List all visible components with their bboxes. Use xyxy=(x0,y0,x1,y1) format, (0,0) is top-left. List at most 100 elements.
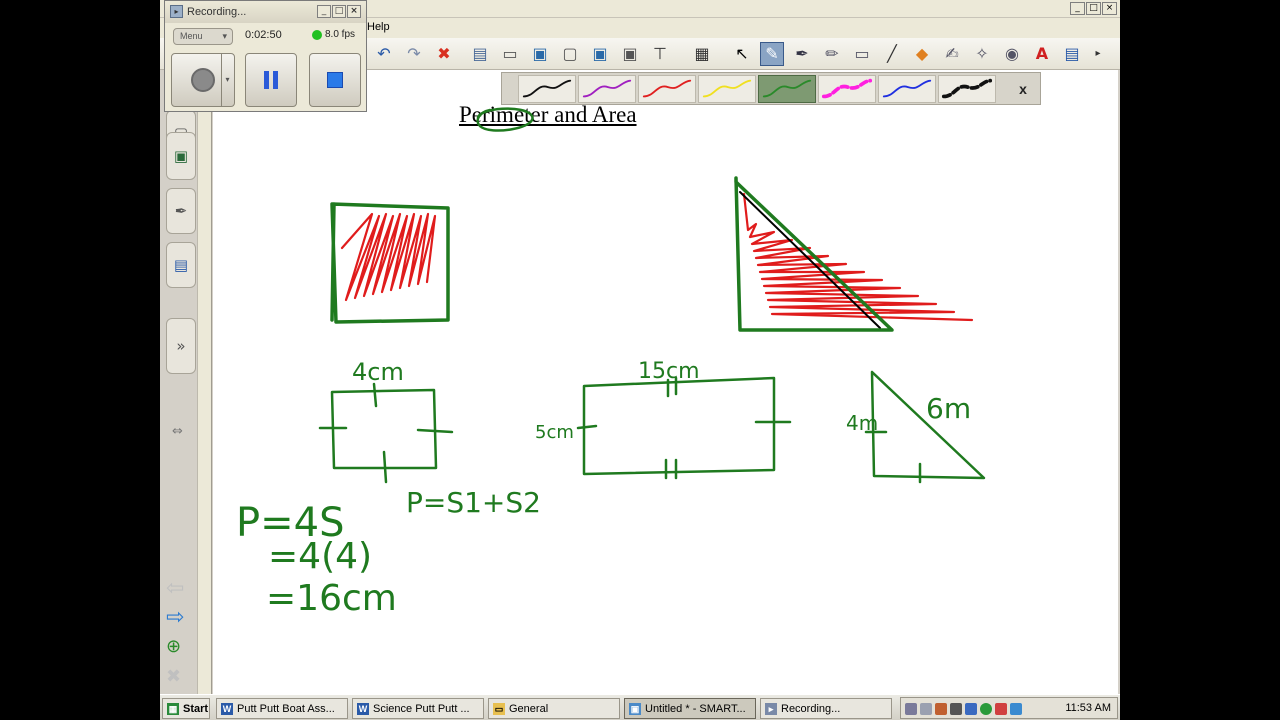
screen-shade-icon[interactable]: ▤ xyxy=(468,42,492,66)
undo-icon[interactable]: ↶ xyxy=(372,42,396,66)
screen-capture-icon[interactable]: ▢ xyxy=(558,42,582,66)
security-icon[interactable] xyxy=(935,703,947,715)
task-putt-putt-boat[interactable]: W Putt Putt Boat Ass... xyxy=(216,698,348,719)
taskbar: ▦ Start W Putt Putt Boat Ass... W Science P… xyxy=(160,694,1120,720)
notebook-icon: ▣ xyxy=(629,702,641,715)
network-icon[interactable] xyxy=(905,703,917,715)
start-label: Start xyxy=(183,702,209,715)
stop-icon xyxy=(327,72,343,88)
add-page-icon[interactable]: ⊕ xyxy=(166,638,181,656)
fill-icon[interactable]: ✧ xyxy=(970,42,994,66)
record-button[interactable]: ▾ xyxy=(171,53,235,107)
record-dropdown-icon[interactable]: ▾ xyxy=(221,54,233,106)
record-icon xyxy=(191,68,215,92)
bluetooth-icon[interactable] xyxy=(1010,703,1022,715)
recording-time: 0:02:50 xyxy=(245,29,282,41)
properties-tab[interactable]: ▤ xyxy=(166,242,196,288)
creative-pen-icon[interactable]: ✒ xyxy=(790,42,814,66)
recorder-restore-button[interactable]: □ xyxy=(332,5,346,18)
select-icon[interactable]: ↖ xyxy=(730,42,754,66)
word-icon: W xyxy=(221,702,233,715)
minimize-button[interactable]: _ xyxy=(1070,2,1085,15)
menu-dropdown-icon: ▾ xyxy=(222,31,227,41)
pen-strip-close-button[interactable]: x xyxy=(1009,75,1037,103)
line-icon[interactable]: ╱ xyxy=(880,42,904,66)
pen-color-swatch[interactable] xyxy=(878,75,936,103)
recording-window: ▸ Recording... _ □ × Menu ▾ 0:02:50 8.0 … xyxy=(164,0,367,112)
volume-icon[interactable] xyxy=(950,703,962,715)
windows-icon: ▦ xyxy=(167,702,179,715)
toolbar-icon[interactable]: ⊤ xyxy=(648,42,672,66)
move-panel-icon[interactable]: ⇔ xyxy=(172,424,183,439)
menu-help[interactable]: Help xyxy=(367,21,390,33)
stop-button[interactable] xyxy=(309,53,361,107)
pen-icon[interactable]: ✎ xyxy=(760,42,784,66)
page-title: Perimeter and Area xyxy=(459,102,637,127)
screen-icon[interactable]: ▭ xyxy=(498,42,522,66)
redo-icon[interactable]: ↷ xyxy=(402,42,426,66)
properties-icon[interactable]: ▤ xyxy=(1060,42,1084,66)
more-tools-chevron-icon[interactable]: ▸ xyxy=(1086,42,1110,66)
folder-icon: ▭ xyxy=(493,702,505,715)
printer-icon[interactable] xyxy=(920,703,932,715)
eraser-icon[interactable]: ▭ xyxy=(850,42,874,66)
pen-color-swatch[interactable] xyxy=(818,75,876,103)
dual-screen-icon[interactable]: ▣ xyxy=(528,42,552,66)
pause-button[interactable] xyxy=(245,53,297,107)
expand-icon: » xyxy=(176,337,186,355)
gallery-tab[interactable]: ▣ xyxy=(166,132,196,180)
magic-pen-icon[interactable]: ✍ xyxy=(940,42,964,66)
highlighter-icon[interactable]: ✏ xyxy=(820,42,844,66)
pen-color-swatch[interactable] xyxy=(518,75,576,103)
task-smart-notebook[interactable]: ▣ Untitled * - SMART... xyxy=(624,698,756,719)
camera-icon[interactable]: ▣ xyxy=(618,42,642,66)
task-science-putt-putt[interactable]: W Science Putt Putt ... xyxy=(352,698,484,719)
task-label: Putt Putt Boat Ass... xyxy=(237,702,335,715)
word-icon: W xyxy=(357,702,369,715)
previous-page-icon[interactable]: ⇦ xyxy=(166,578,184,600)
capture-icon[interactable]: ▣ xyxy=(588,42,612,66)
recording-fps: 8.0 fps xyxy=(325,29,356,40)
delete-icon[interactable]: ✖ xyxy=(432,42,456,66)
recorder-menu-label: Menu xyxy=(180,31,203,41)
attachments-tab[interactable]: ✒ xyxy=(166,188,196,234)
whiteboard-canvas[interactable] xyxy=(213,105,1118,694)
start-button[interactable]: ▦ Start xyxy=(162,698,210,719)
pen-color-strip: x xyxy=(501,72,1041,105)
pen-color-swatch[interactable] xyxy=(638,75,696,103)
task-label: General xyxy=(509,702,549,715)
task-label: Recording... xyxy=(781,702,841,715)
text-icon[interactable]: A xyxy=(1030,42,1054,66)
table-icon[interactable]: ▦ xyxy=(690,42,714,66)
pen-color-swatch[interactable] xyxy=(758,75,816,103)
pen-color-swatch[interactable] xyxy=(938,75,996,103)
task-general-folder[interactable]: ▭ General xyxy=(488,698,620,719)
antivirus-icon[interactable] xyxy=(995,703,1007,715)
task-label: Untitled * - SMART... xyxy=(645,702,746,715)
recording-status-dot-icon xyxy=(312,30,322,40)
recorder-close-button[interactable]: × xyxy=(347,5,361,18)
delete-page-icon[interactable]: ✖ xyxy=(166,668,181,686)
restore-button[interactable]: □ xyxy=(1086,2,1101,15)
pen-color-swatch[interactable] xyxy=(698,75,756,103)
shapes-icon[interactable]: ◆ xyxy=(910,42,934,66)
recording-title: Recording... xyxy=(187,6,247,18)
next-page-icon[interactable]: ⇨ xyxy=(166,607,184,629)
side-panel-expand[interactable]: » xyxy=(166,318,196,374)
paperclip-icon: ✒ xyxy=(174,202,188,220)
pause-icon xyxy=(264,71,278,89)
fill-bucket-icon[interactable]: ◉ xyxy=(1000,42,1024,66)
recording-title-bar: ▸ Recording... _ □ × xyxy=(165,1,366,23)
pen-color-swatch[interactable] xyxy=(578,75,636,103)
smart-board-icon[interactable] xyxy=(980,703,992,715)
close-button[interactable]: × xyxy=(1102,2,1117,15)
recorder-minimize-button[interactable]: _ xyxy=(317,5,331,18)
update-icon[interactable] xyxy=(965,703,977,715)
side-panel-scrollbar[interactable] xyxy=(197,70,211,694)
clock: 11:53 AM xyxy=(1065,702,1111,714)
recorder-menu-button[interactable]: Menu ▾ xyxy=(173,28,233,45)
system-tray: 11:53 AM xyxy=(900,697,1118,719)
side-panel: ▢ ▣ ✒ ▤ » ⇔ ⇦ ⇨ ⊕ ✖ xyxy=(160,70,212,694)
properties-icon: ▤ xyxy=(173,256,189,274)
task-recording[interactable]: ▸ Recording... xyxy=(760,698,892,719)
